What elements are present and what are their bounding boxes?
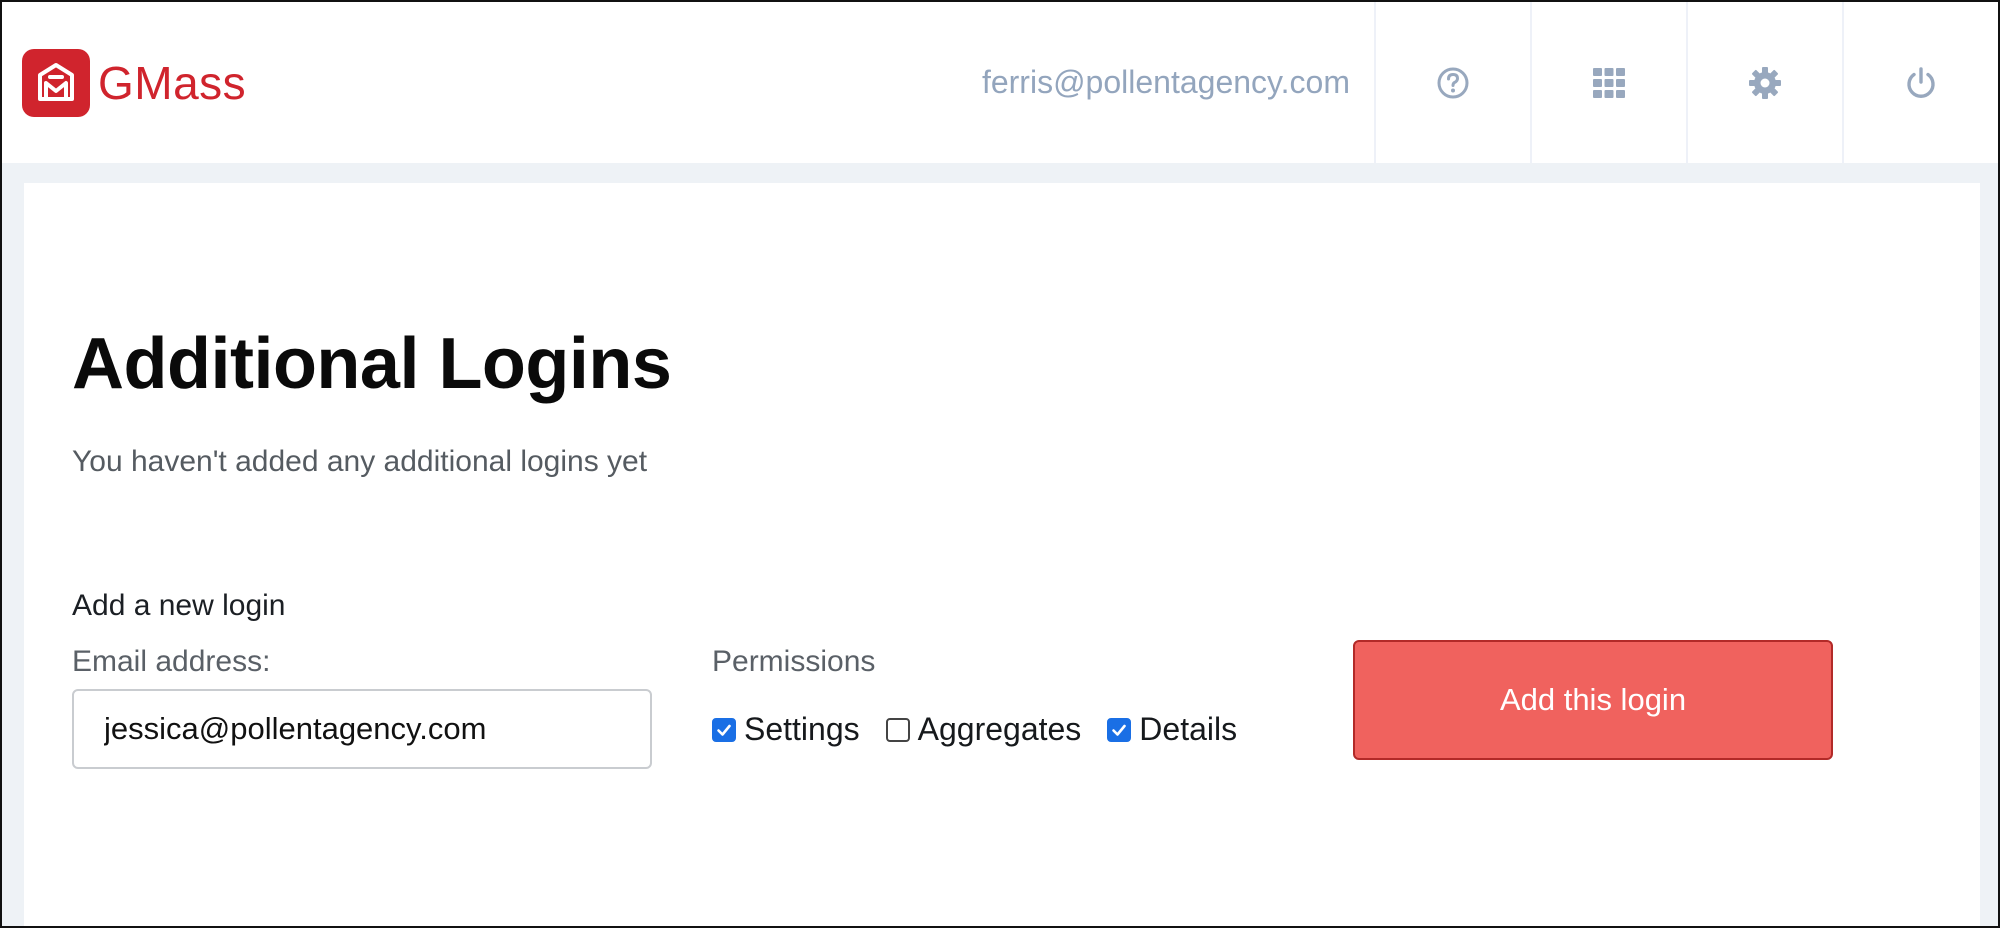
gmass-logo-icon [22,48,90,117]
brand[interactable]: GMass [2,2,246,163]
add-login-heading: Add a new login [72,589,286,622]
email-input[interactable] [72,689,652,769]
top-header: GMass ferris@pollentagency.com [2,2,1998,163]
aggregates-checkbox[interactable] [885,717,910,742]
details-checkbox[interactable] [1107,717,1132,742]
add-login-button[interactable]: Add this login [1353,640,1833,760]
apps-grid-icon [1593,67,1625,98]
permission-details[interactable]: Details [1107,711,1237,748]
empty-state-message: You haven't added any additional logins … [72,445,648,478]
app-window: GMass ferris@pollentagency.com Additiona… [0,0,2000,928]
brand-name: GMass [98,56,247,109]
permission-label: Aggregates [917,711,1082,747]
header-spacer [246,2,982,163]
permission-label: Details [1139,711,1238,747]
permission-aggregates[interactable]: Aggregates [885,711,1082,748]
email-label: Email address: [72,645,271,678]
settings-checkbox[interactable] [712,717,736,742]
apps-button[interactable] [1530,2,1686,163]
help-button[interactable] [1374,2,1530,163]
page-title: Additional Logins [72,324,672,404]
power-icon [1907,66,1935,98]
account-email: ferris@pollentagency.com [981,64,1350,100]
settings-gear-icon [1749,66,1781,99]
logout-button[interactable] [1842,2,1998,163]
permissions-options: Settings Aggregates Details [712,711,1237,748]
permission-label: Settings [744,711,860,747]
help-icon [1437,67,1469,98]
permissions-label: Permissions [712,645,876,678]
content-card: Additional Logins You haven't added any … [24,183,1980,926]
permission-settings[interactable]: Settings [712,711,860,748]
settings-button[interactable] [1686,2,1842,163]
